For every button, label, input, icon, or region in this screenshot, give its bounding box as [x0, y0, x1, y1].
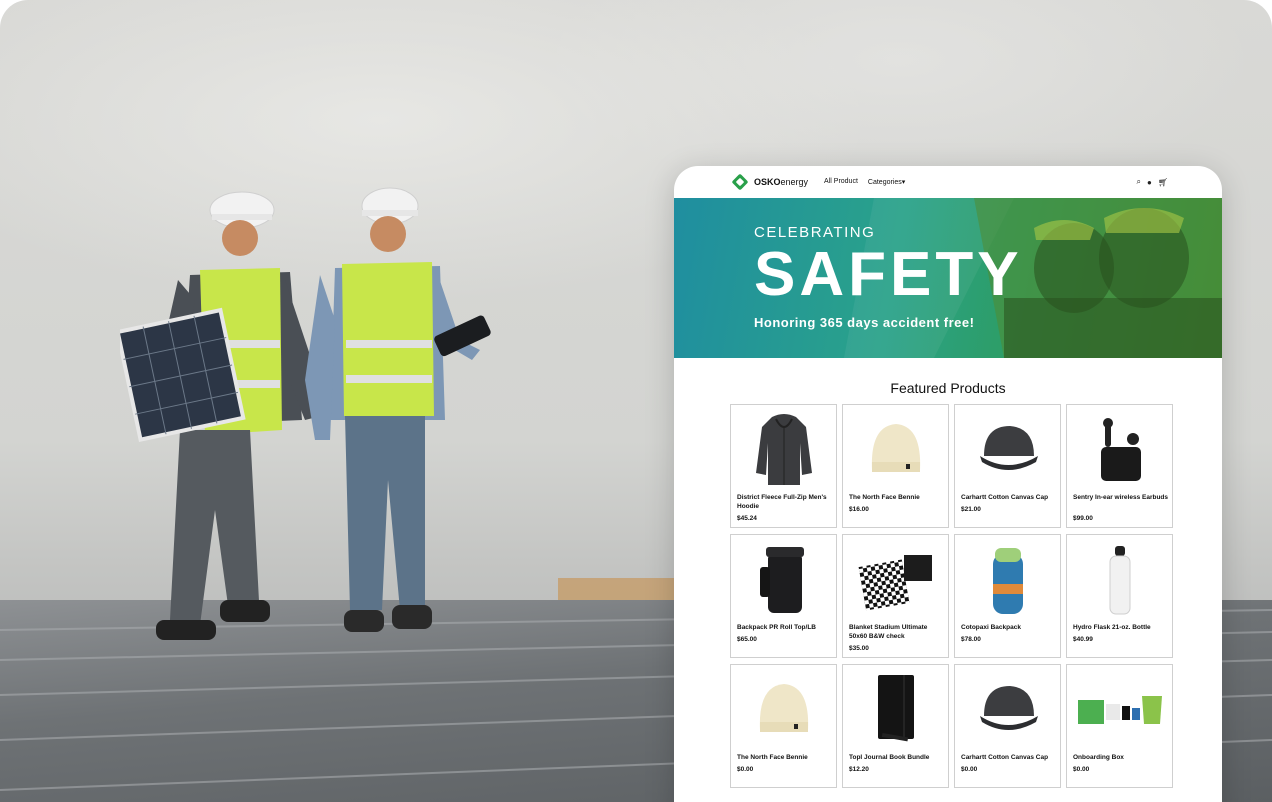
- product-name: Hydro Flask 21-oz. Bottle: [1073, 624, 1151, 631]
- hero-headline: SAFETY: [754, 240, 1023, 309]
- product-name: The North Face Bennie: [737, 754, 808, 761]
- product-name: Carhartt Cotton Canvas Cap: [961, 494, 1049, 501]
- logo-bold-text: OSKO: [754, 177, 781, 187]
- logo-diamond-icon: [731, 173, 749, 191]
- product-price: $12.20: [849, 766, 869, 773]
- product-card[interactable]: Cotopaxi Backpack $78.00: [954, 534, 1061, 658]
- product-card[interactable]: The North Face Bennie $0.00: [730, 664, 837, 788]
- product-card[interactable]: The North Face Bennie $16.00: [842, 404, 949, 528]
- product-price: $0.00: [1073, 766, 1090, 773]
- nav-categories[interactable]: Categories▾: [868, 178, 905, 186]
- product-price: $35.00: [849, 645, 869, 652]
- background-photo: OSKOenergy All Product Categories▾ ⌕ ● 🛒…: [0, 0, 1272, 802]
- beanie-icon: [843, 411, 948, 489]
- site-nav: All Product Categories▾: [824, 178, 905, 186]
- hero-kicker: CELEBRATING: [754, 224, 876, 241]
- product-name: District Fleece Full-Zip Men's Hoodie: [737, 494, 827, 510]
- site-logo[interactable]: OSKOenergy: [731, 173, 809, 191]
- nav-all-product[interactable]: All Product: [824, 178, 858, 186]
- backpack-icon: [731, 541, 836, 619]
- product-name: Carhartt Cotton Canvas Cap: [961, 754, 1049, 761]
- product-card[interactable]: Onboarding Box $0.00: [1066, 664, 1173, 788]
- worker-right: [305, 187, 491, 632]
- product-grid: District Fleece Full-Zip Men's Hoodie $45…: [674, 404, 1222, 788]
- workers-illustration: [120, 187, 491, 640]
- product-name: Blanket Stadium Ultimate 50x60 B&W check: [849, 624, 928, 640]
- product-price: $65.00: [737, 636, 757, 643]
- product-name: The North Face Bennie: [849, 494, 920, 501]
- product-name: Cotopaxi Backpack: [961, 624, 1021, 631]
- box-icon: [1067, 671, 1172, 749]
- cap-icon: [955, 411, 1060, 489]
- product-card[interactable]: Blanket Stadium Ultimate 50x60 B&W check…: [842, 534, 949, 658]
- product-price: $78.00: [961, 636, 981, 643]
- product-name: Onboarding Box: [1073, 754, 1124, 761]
- product-card[interactable]: Carhartt Cotton Canvas Cap $21.00: [954, 404, 1061, 528]
- product-card[interactable]: Backpack PR Roll Top/LB $65.00: [730, 534, 837, 658]
- product-price: $0.00: [961, 766, 978, 773]
- product-price: $0.00: [737, 766, 754, 773]
- product-price: $99.00: [1073, 515, 1093, 522]
- product-card[interactable]: Hydro Flask 21-oz. Bottle $40.99: [1066, 534, 1173, 658]
- product-name: Topl Journal Book Bundle: [849, 754, 930, 761]
- blanket-icon: [843, 541, 948, 619]
- header-tools: ⌕ ● 🛒︎: [1137, 177, 1168, 187]
- worker-left: [120, 191, 325, 640]
- product-price: $16.00: [849, 506, 869, 513]
- search-icon[interactable]: ⌕: [1137, 177, 1141, 187]
- product-price: $21.00: [961, 506, 981, 513]
- product-card[interactable]: Topl Journal Book Bundle $12.20: [842, 664, 949, 788]
- cap-icon: [955, 671, 1060, 749]
- site-header: OSKOenergy All Product Categories▾ ⌕ ● 🛒…: [674, 166, 1222, 198]
- earbuds-icon: [1067, 411, 1172, 489]
- product-price: $40.99: [1073, 636, 1093, 643]
- hero-banner: CELEBRATING SAFETY Honoring 365 days acc…: [674, 198, 1222, 358]
- logo-light-text: energy: [780, 177, 809, 187]
- product-price: $45.24: [737, 515, 757, 522]
- journal-icon: [843, 671, 948, 749]
- hero-text: CELEBRATING SAFETY Honoring 365 days acc…: [754, 224, 1023, 330]
- website-mockup: OSKOenergy All Product Categories▾ ⌕ ● 🛒…: [674, 166, 1222, 802]
- user-icon[interactable]: ●: [1147, 178, 1152, 187]
- hero-subline: Honoring 365 days accident free!: [754, 315, 975, 330]
- cart-icon[interactable]: 🛒︎: [1158, 178, 1168, 187]
- product-card[interactable]: District Fleece Full-Zip Men's Hoodie $45…: [730, 404, 837, 528]
- backpack-blue-icon: [955, 541, 1060, 619]
- product-name: Backpack PR Roll Top/LB: [737, 624, 816, 631]
- product-card[interactable]: Carhartt Cotton Canvas Cap $0.00: [954, 664, 1061, 788]
- product-name: Sentry In-ear wireless Earbuds: [1073, 494, 1169, 501]
- bottle-icon: [1067, 541, 1172, 619]
- beanie-icon: [731, 671, 836, 749]
- hoodie-icon: [731, 411, 836, 489]
- featured-products-title: Featured Products: [890, 380, 1006, 396]
- product-card[interactable]: Sentry In-ear wireless Earbuds $99.00: [1066, 404, 1173, 528]
